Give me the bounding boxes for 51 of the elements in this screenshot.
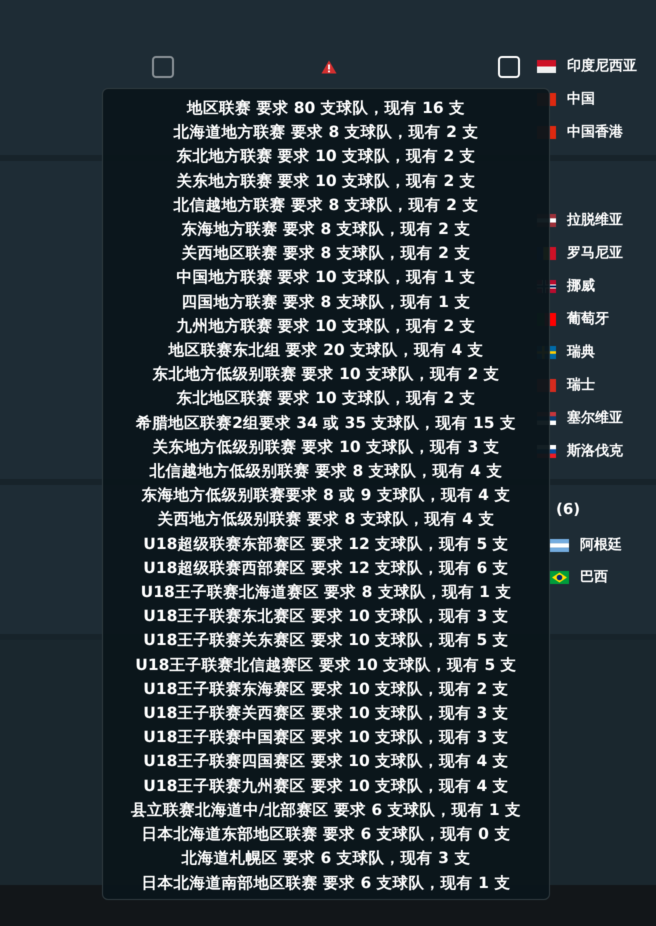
- tooltip-line: 北海道地方联赛 要求 8 支球队，现有 2 支: [174, 122, 478, 144]
- tooltip-line: 希腊地区联赛2组要求 34 或 35 支球队，现有 15 支: [136, 412, 516, 434]
- country-name[interactable]: 阿根廷: [580, 534, 622, 556]
- tooltip-line: 中国地方联赛 要求 10 支球队，现有 1 支: [176, 267, 476, 288]
- tooltip-line: 关西地方低级别联赛 要求 8 支球队，现有 4 支: [158, 509, 494, 530]
- tooltip-line: 北海道札幌区 要求 6 支球队，现有 3 支: [182, 848, 470, 870]
- tooltip-line: U18王子联赛四国赛区 要求 10 支球队，现有 4 支: [143, 751, 509, 772]
- tooltip-line: 县立联赛北海道中/北部赛区 要求 6 支球队，现有 1 支: [130, 800, 522, 821]
- tooltip-line: 关东地方低级别联赛 要求 10 支球队，现有 3 支: [152, 436, 500, 458]
- country-name[interactable]: 中国香港: [567, 122, 623, 143]
- tooltip-line: 地区联赛 要求 80 支球队，现有 16 支: [186, 98, 466, 119]
- tooltip-line: 北信越地方联赛 要求 8 支球队，现有 2 支: [174, 194, 478, 216]
- country-name[interactable]: 瑞典: [567, 342, 595, 363]
- tooltip-line: U18王子联赛东北赛区 要求 10 支球队，现有 3 支: [143, 606, 509, 628]
- tooltip-line: U18王子联赛九州赛区 要求 10 支球队，现有 4 支: [143, 776, 509, 797]
- flag-icon: [550, 570, 569, 584]
- country-name[interactable]: 斯洛伐克: [567, 441, 623, 462]
- tooltip-line: 四国地方联赛 要求 8 支球队，现有 1 支: [182, 292, 470, 313]
- tooltip-line: U18王子联赛北海道赛区 要求 8 支球队，现有 1 支: [140, 582, 512, 604]
- tooltip-line: 九州地方联赛 要求 10 支球队，现有 2 支: [176, 316, 476, 337]
- tooltip-line: U18王子联赛中国赛区 要求 10 支球队，现有 3 支: [143, 727, 509, 748]
- tooltip-line: 东北地方联赛 要求 10 支球队，现有 2 支: [176, 146, 476, 168]
- tooltip-line: U18王子联赛关东赛区 要求 10 支球队，现有 5 支: [143, 630, 509, 652]
- country-name[interactable]: 葡萄牙: [567, 309, 609, 330]
- tooltip-line: 北信越地方低级别联赛 要求 8 支球队，现有 4 支: [150, 461, 502, 482]
- tooltip-line: U18超级联赛东部赛区 要求 12 支球队，现有 5 支: [143, 534, 509, 555]
- tooltip-line: 关西地区联赛 要求 8 支球队，现有 2 支: [182, 243, 470, 264]
- country-name[interactable]: 瑞士: [567, 375, 595, 396]
- tooltip-line: U18王子联赛东海赛区 要求 10 支球队，现有 2 支: [143, 678, 509, 700]
- country-name[interactable]: 塞尔维亚: [567, 408, 623, 429]
- warning-icon: [321, 60, 337, 74]
- flag-icon: [550, 538, 569, 552]
- tooltip-line: 东北地区联赛 要求 10 支球队，现有 2 支: [176, 388, 476, 410]
- tooltip-line: 日本北海道南部地区联赛 要求 6 支球队，现有 1 支: [142, 872, 510, 894]
- tooltip-line: 日本北海道东部地区联赛 要求 6 支球队，现有 0 支: [142, 824, 510, 846]
- tooltip-line: U18王子联赛北信越赛区 要求 10 支球队，现有 5 支: [135, 654, 517, 676]
- tooltip-line: U18王子联赛关西赛区 要求 10 支球队，现有 3 支: [143, 703, 509, 724]
- tooltip-line: U18超级联赛西部赛区 要求 12 支球队，现有 6 支: [143, 558, 509, 579]
- tooltip-line: 关东地方联赛 要求 10 支球队，现有 2 支: [176, 170, 476, 192]
- country-name[interactable]: 中国: [567, 89, 595, 110]
- country-name[interactable]: 巴西: [580, 566, 608, 588]
- tooltip-line: 东海地方低级别联赛要求 8 或 9 支球队，现有 4 支: [142, 485, 510, 506]
- tooltip-line: 东海地方联赛 要求 8 支球队，现有 2 支: [182, 219, 470, 240]
- country-name[interactable]: 印度尼西亚: [567, 56, 637, 77]
- country-name[interactable]: 拉脱维亚: [567, 210, 623, 231]
- country-name[interactable]: 挪威: [567, 276, 595, 297]
- country-name[interactable]: 罗马尼亚: [567, 243, 623, 264]
- tooltip-line: 地区联赛东北组 要求 20 支球队，现有 4 支: [168, 340, 484, 362]
- group-count: (6): [556, 498, 580, 520]
- tooltip-line: 东北地方低级别联赛 要求 10 支球队，现有 2 支: [152, 364, 500, 386]
- flag-icon: [537, 60, 556, 73]
